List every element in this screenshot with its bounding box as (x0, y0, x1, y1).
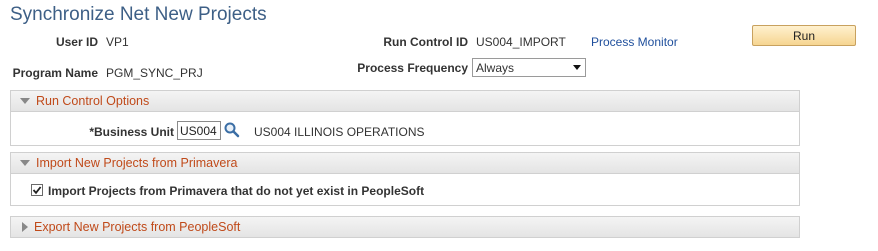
business-unit-label: *Business Unit (89, 125, 174, 139)
collapse-triangle-icon (20, 98, 30, 104)
business-unit-description: US004 ILLINOIS OPERATIONS (254, 125, 425, 139)
run-control-id-value: US004_IMPORT (476, 35, 566, 49)
page-title: Synchronize Net New Projects (10, 4, 267, 25)
section-title-export-projects: Export New Projects from PeopleSoft (34, 220, 241, 234)
check-icon (32, 186, 42, 195)
import-projects-checkbox-label: Import Projects from Primavera that do n… (48, 184, 425, 198)
process-frequency-select[interactable]: Always (472, 58, 586, 77)
import-projects-checkbox[interactable] (31, 184, 43, 196)
lookup-magnifier-icon[interactable] (223, 121, 241, 139)
section-header-run-control-options[interactable]: Run Control Options (10, 90, 800, 112)
section-title-import-projects: Import New Projects from Primavera (36, 156, 238, 170)
section-header-export-projects[interactable]: Export New Projects from PeopleSoft (10, 216, 800, 238)
collapse-triangle-icon (20, 160, 30, 166)
user-id-label: User ID (55, 35, 98, 49)
process-monitor-link[interactable]: Process Monitor (591, 35, 678, 49)
run-control-id-label: Run Control ID (383, 35, 468, 49)
expand-triangle-icon (22, 222, 28, 232)
user-id-value: VP1 (106, 35, 129, 49)
process-frequency-label: Process Frequency (357, 61, 468, 75)
section-title-run-control-options: Run Control Options (36, 94, 150, 108)
program-name-label: Program Name (12, 66, 98, 80)
program-name-value: PGM_SYNC_PRJ (106, 66, 203, 80)
run-button[interactable]: Run (752, 25, 856, 46)
business-unit-input[interactable] (177, 121, 221, 140)
section-header-import-projects[interactable]: Import New Projects from Primavera (10, 152, 800, 174)
process-frequency-value: Always (476, 60, 515, 75)
dropdown-arrow-icon (573, 65, 581, 70)
